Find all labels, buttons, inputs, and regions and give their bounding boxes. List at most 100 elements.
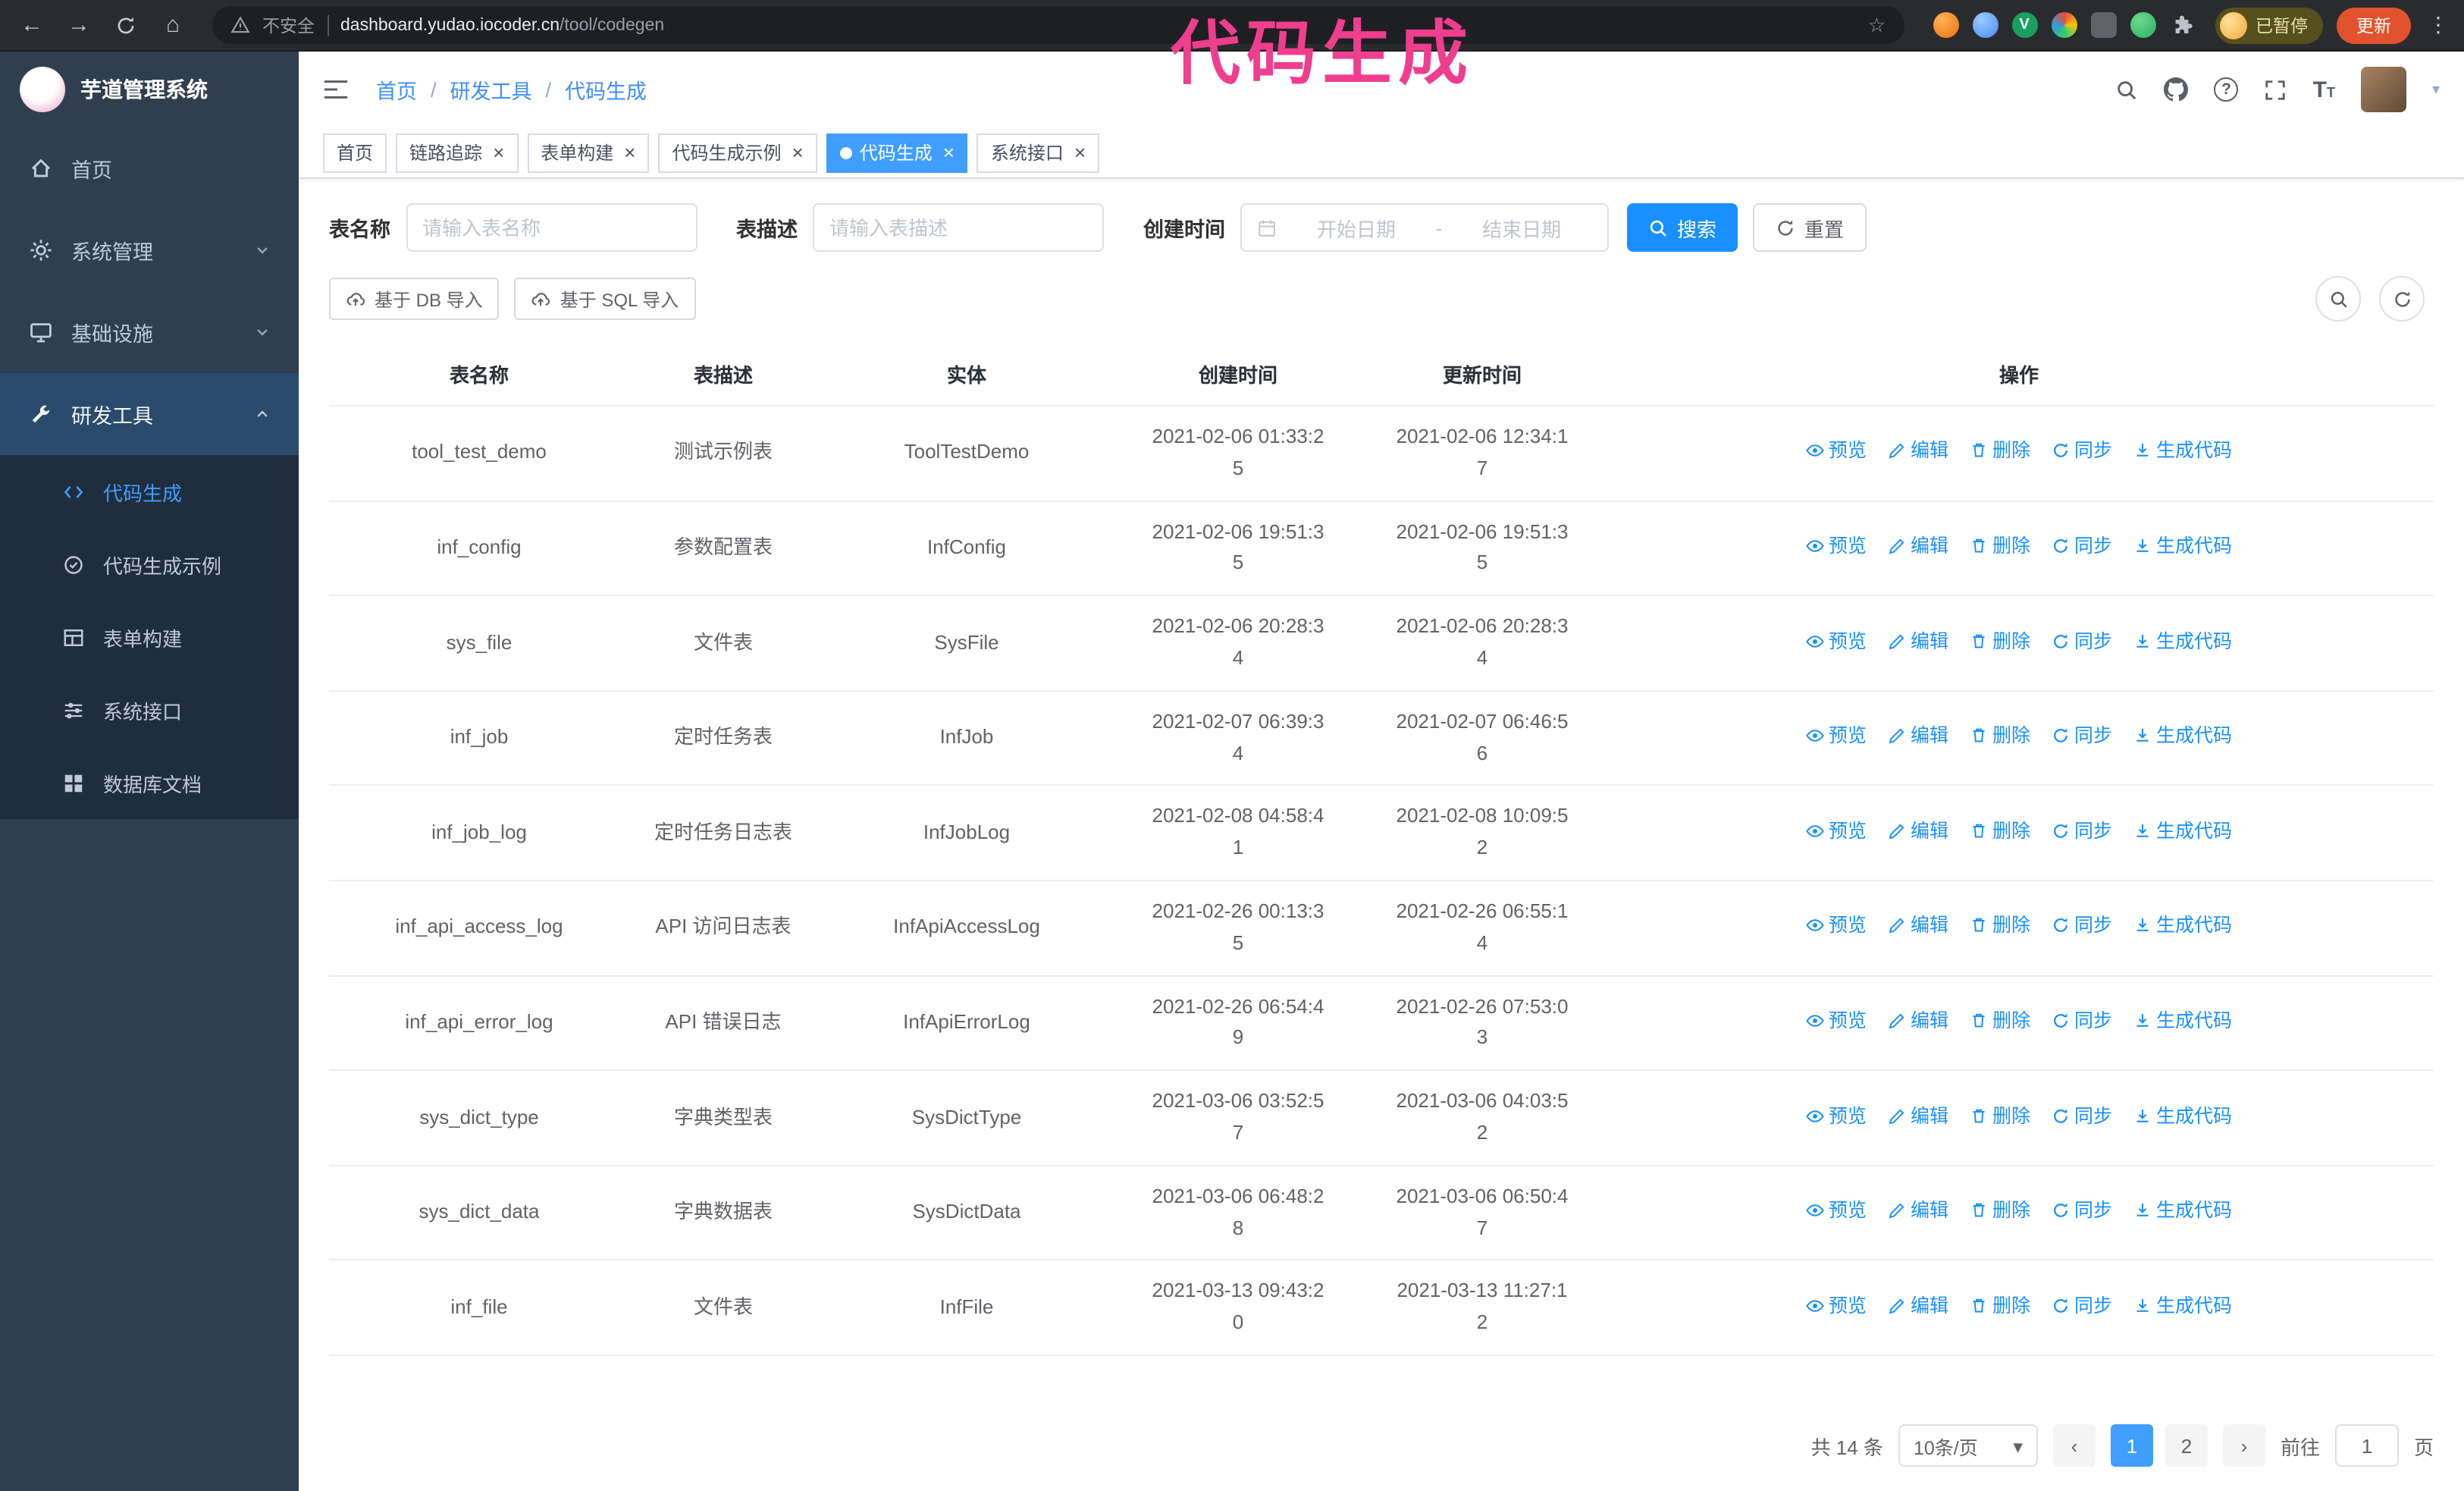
action-preview[interactable]: 预览: [1806, 1195, 1867, 1226]
user-avatar[interactable]: [2360, 67, 2406, 112]
action-edit[interactable]: 编辑: [1888, 1290, 1948, 1320]
next-page-button[interactable]: ›: [2222, 1424, 2265, 1467]
browser-forward-icon[interactable]: →: [62, 8, 96, 42]
action-delete[interactable]: 删除: [1970, 816, 2030, 846]
action-sync[interactable]: 同步: [2052, 1100, 2112, 1131]
create-time-range-picker[interactable]: 开始日期 - 结束日期: [1240, 203, 1609, 252]
font-size-icon[interactable]: TT: [2313, 77, 2335, 102]
github-icon[interactable]: [2164, 77, 2189, 102]
breadcrumb-item[interactable]: 代码生成: [565, 74, 647, 105]
tab-close-icon[interactable]: ×: [493, 143, 504, 162]
action-sync[interactable]: 同步: [2052, 1290, 2112, 1320]
address-bar[interactable]: 不安全 dashboard.yudao.iocoder.cn/tool/code…: [212, 6, 1904, 44]
search-icon[interactable]: [2116, 78, 2139, 101]
action-generate[interactable]: 生成代码: [2133, 1195, 2232, 1226]
action-preview[interactable]: 预览: [1806, 1100, 1867, 1131]
sidebar-item-system[interactable]: 系统管理: [0, 209, 299, 291]
tab-2[interactable]: 表单构建 ×: [527, 133, 650, 172]
action-preview[interactable]: 预览: [1806, 1290, 1867, 1320]
breadcrumb-item[interactable]: 研发工具: [450, 74, 532, 105]
action-sync[interactable]: 同步: [2052, 531, 2112, 561]
sidebar-item-devtools[interactable]: 研发工具: [0, 373, 299, 455]
tab-3[interactable]: 代码生成示例 ×: [658, 133, 817, 172]
action-delete[interactable]: 删除: [1970, 1195, 2030, 1226]
action-edit[interactable]: 编辑: [1888, 1006, 1948, 1036]
fullscreen-icon[interactable]: [2265, 78, 2287, 101]
extension-leaf-icon[interactable]: [2130, 12, 2155, 38]
action-edit[interactable]: 编辑: [1888, 911, 1948, 941]
action-generate[interactable]: 生成代码: [2133, 1290, 2232, 1320]
action-preview[interactable]: 预览: [1806, 436, 1867, 466]
action-edit[interactable]: 编辑: [1888, 816, 1948, 846]
browser-menu-icon[interactable]: ⋮: [2428, 12, 2449, 38]
tab-0[interactable]: 首页: [323, 133, 387, 172]
action-delete[interactable]: 删除: [1970, 626, 2030, 656]
tab-1[interactable]: 链路追踪 ×: [396, 133, 519, 172]
tab-4[interactable]: 代码生成 ×: [826, 133, 968, 172]
action-delete[interactable]: 删除: [1970, 720, 2030, 751]
sidebar-subitem-api[interactable]: 系统接口: [0, 673, 299, 746]
browser-back-icon[interactable]: ←: [15, 8, 49, 42]
action-delete[interactable]: 删除: [1970, 911, 2030, 941]
action-generate[interactable]: 生成代码: [2133, 436, 2232, 466]
action-edit[interactable]: 编辑: [1888, 720, 1948, 751]
action-sync[interactable]: 同步: [2052, 626, 2112, 656]
sidebar-item-infra[interactable]: 基础设施: [0, 291, 299, 373]
action-delete[interactable]: 删除: [1970, 1006, 2030, 1036]
extension-people-icon[interactable]: [2051, 12, 2077, 38]
action-generate[interactable]: 生成代码: [2133, 1006, 2232, 1036]
action-delete[interactable]: 删除: [1970, 1100, 2030, 1131]
tab-5[interactable]: 系统接口 ×: [977, 133, 1100, 172]
action-edit[interactable]: 编辑: [1888, 436, 1948, 466]
action-sync[interactable]: 同步: [2052, 911, 2112, 941]
help-icon[interactable]: ?: [2214, 77, 2239, 102]
extensions-puzzle-icon[interactable]: [2169, 12, 2195, 38]
action-preview[interactable]: 预览: [1806, 626, 1867, 656]
action-preview[interactable]: 预览: [1806, 911, 1867, 941]
import-db-button[interactable]: 基于 DB 导入: [329, 278, 500, 320]
page-button-1[interactable]: 1: [2110, 1424, 2153, 1467]
import-sql-button[interactable]: 基于 SQL 导入: [514, 278, 696, 320]
extension-drop-icon[interactable]: [1972, 12, 1998, 38]
action-preview[interactable]: 预览: [1806, 531, 1867, 561]
action-generate[interactable]: 生成代码: [2133, 626, 2232, 656]
action-preview[interactable]: 预览: [1806, 816, 1867, 846]
sidebar-item-home[interactable]: 首页: [0, 127, 299, 209]
menu-fold-icon[interactable]: [323, 79, 349, 100]
browser-reload-icon[interactable]: [109, 8, 143, 42]
search-button[interactable]: 搜索: [1627, 203, 1738, 252]
tab-close-icon[interactable]: ×: [792, 143, 804, 162]
goto-page-input[interactable]: [2334, 1424, 2399, 1467]
action-sync[interactable]: 同步: [2052, 1195, 2112, 1226]
sidebar-subitem-form-builder[interactable]: 表单构建: [0, 601, 299, 673]
action-sync[interactable]: 同步: [2052, 720, 2112, 751]
action-delete[interactable]: 删除: [1970, 531, 2030, 561]
action-sync[interactable]: 同步: [2052, 1006, 2112, 1036]
page-button-2[interactable]: 2: [2165, 1424, 2208, 1467]
table-name-input[interactable]: [406, 203, 697, 252]
action-edit[interactable]: 编辑: [1888, 531, 1948, 561]
action-preview[interactable]: 预览: [1806, 720, 1867, 751]
action-generate[interactable]: 生成代码: [2133, 720, 2232, 751]
avatar-caret-icon[interactable]: ▾: [2432, 81, 2440, 98]
profile-paused-chip[interactable]: 已暂停: [2215, 7, 2323, 43]
extension-vue-icon[interactable]: V: [2011, 12, 2037, 38]
tab-close-icon[interactable]: ×: [624, 143, 635, 162]
action-edit[interactable]: 编辑: [1888, 1100, 1948, 1131]
table-desc-input[interactable]: [813, 203, 1104, 252]
sidebar-subitem-codegen-example[interactable]: 代码生成示例: [0, 528, 299, 601]
action-generate[interactable]: 生成代码: [2133, 816, 2232, 846]
action-sync[interactable]: 同步: [2052, 816, 2112, 846]
action-edit[interactable]: 编辑: [1888, 626, 1948, 656]
reset-button[interactable]: 重置: [1753, 203, 1867, 252]
action-edit[interactable]: 编辑: [1888, 1195, 1948, 1226]
browser-update-button[interactable]: 更新: [2337, 7, 2411, 43]
bookmark-star-icon[interactable]: ☆: [1868, 13, 1886, 37]
sidebar-subitem-codegen[interactable]: 代码生成: [0, 455, 299, 528]
action-sync[interactable]: 同步: [2052, 436, 2112, 466]
browser-home-icon[interactable]: ⌂: [156, 8, 190, 42]
action-generate[interactable]: 生成代码: [2133, 1100, 2232, 1131]
tab-close-icon[interactable]: ×: [943, 143, 955, 162]
extension-tool-icon[interactable]: [2090, 12, 2116, 38]
tab-close-icon[interactable]: ×: [1074, 143, 1086, 162]
